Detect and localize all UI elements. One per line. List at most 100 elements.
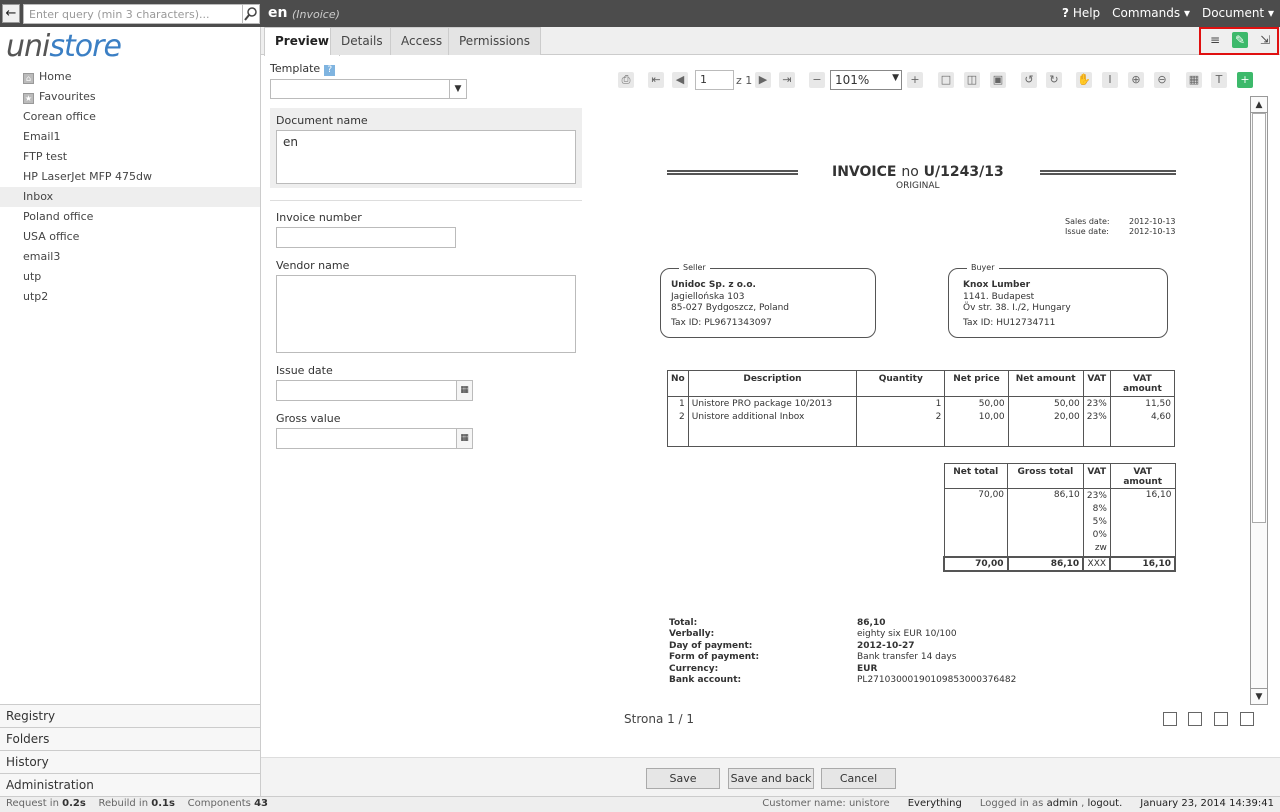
search-input[interactable]: Enter query (min 3 characters)... [23,4,243,24]
page-indicator: Strona 1 / 1 [624,712,695,726]
next-page-icon[interactable]: ▶ [755,72,771,88]
zoom-select[interactable]: 101% ▼ [830,70,902,90]
seller-box: Seller Unidoc Sp. z o.o. Jagiellońska 10… [660,263,876,338]
commands-label: Commands [1112,6,1181,20]
table-header: Gross total [1007,463,1084,489]
page-fit-icon[interactable]: ▣ [990,72,1006,88]
save-button[interactable]: Save [646,768,720,789]
fullscreen-icon[interactable]: ⇲ [1257,32,1273,48]
invoice-number-label: Invoice number [276,211,362,224]
sidebar-item-usa-office[interactable]: USA office [0,227,260,247]
summary-row: 70,00 86,10 23% 8% 5% 0% zw 16,10 [943,488,1176,558]
document-preview: INVOICE no U/1243/13 ORIGINAL Sales date… [609,95,1269,705]
summary-table: Net total Gross total VAT VAT amount 70,… [943,463,1176,572]
items-table: No Description Quantity Net price Net am… [667,370,1176,447]
page-number-input[interactable]: 1 [695,70,734,90]
vendor-name-field[interactable] [276,275,576,353]
sidebar-item-email3[interactable]: email3 [0,247,260,267]
last-page-icon[interactable]: ⇥ [779,72,795,88]
single-page-icon[interactable] [1163,712,1177,726]
logout-link[interactable]: logout. [1087,798,1122,809]
commands-menu[interactable]: Commands ▾ [1112,6,1190,20]
print-icon[interactable]: ⎙ [618,72,634,88]
search-icon[interactable] [242,4,260,24]
section-history[interactable]: History [0,750,260,773]
vendor-name-label: Vendor name [276,259,350,272]
magnify-out-icon[interactable]: ⊖ [1154,72,1170,88]
issue-date-field[interactable]: ▦ [276,380,473,401]
first-page-icon[interactable]: ⇤ [648,72,664,88]
template-select[interactable]: ▼ [270,79,467,99]
document-scrollbar[interactable]: ▲ ▼ [1250,96,1268,705]
help-label: Help [1072,6,1101,20]
add-icon[interactable]: + [1237,72,1253,88]
sidebar-item-inbox[interactable]: Inbox [0,187,260,207]
unistore-logo[interactable]: unistore [6,29,122,64]
gross-value-label: Gross value [276,412,341,425]
pages-icon[interactable]: ◫ [964,72,980,88]
rotate-right-icon[interactable]: ↻ [1046,72,1062,88]
document-name-field[interactable]: en [276,130,576,184]
user-link[interactable]: admin [1047,798,1078,809]
pan-hand-icon[interactable]: ✋ [1076,72,1092,88]
magnify-in-icon[interactable]: ⊕ [1128,72,1144,88]
calendar-icon[interactable]: ▦ [456,381,472,400]
sidebar-item-email1[interactable]: Email1 [0,127,260,147]
zoom-out-icon[interactable]: − [809,72,825,88]
section-administration[interactable]: Administration [0,773,260,796]
sidebar-item-poland-office[interactable]: Poland office [0,207,260,227]
grid-icon[interactable]: ▦ [1186,72,1202,88]
tab-permissions[interactable]: Permissions [448,27,541,55]
buyer-tax-id: Tax ID: HU12734711 [963,318,1056,328]
seller-name: Unidoc Sp. z o.o. [671,280,756,290]
chevron-down-icon: ▼ [449,80,466,98]
scroll-thumb[interactable] [1252,113,1266,523]
issue-date-label-doc: Issue date: [1065,227,1109,236]
save-and-back-button[interactable]: Save and back [728,768,814,789]
edit-icon[interactable]: ✎ [1232,32,1248,48]
status-bar: Request in 0.2s Rebuild in 0.1s Componen… [0,796,1280,812]
gross-value-field[interactable]: ▦ [276,428,473,449]
page-icon[interactable]: □ [938,72,954,88]
facing-pages-icon[interactable] [1214,712,1228,726]
back-arrow-icon[interactable]: ← [2,4,20,23]
sidebar-item-ftp-test[interactable]: FTP test [0,147,260,167]
sidebar-item-corean-office[interactable]: Corean office [0,107,260,127]
tab-details[interactable]: Details [330,27,394,55]
document-menu[interactable]: Document ▾ [1202,6,1274,20]
issue-date-label: Issue date [276,364,333,377]
sidebar-item-utp2[interactable]: utp2 [0,287,260,307]
scroll-down-icon[interactable]: ▼ [1251,688,1267,704]
tab-access[interactable]: Access [390,27,454,55]
sidebar-item-utp[interactable]: utp [0,267,260,287]
prev-page-icon[interactable]: ◀ [672,72,688,88]
help-menu[interactable]: ? Help [1062,6,1100,20]
sidebar-item-hp-laserjet[interactable]: HP LaserJet MFP 475dw [0,167,260,187]
issue-date-value-doc: 2012-10-13 [1129,227,1176,236]
table-header: VAT [1082,463,1111,489]
text-tool-icon[interactable]: T [1211,72,1227,88]
footer-values: 86,10 eighty six EUR 10/100 2012-10-27 B… [857,618,1017,686]
cancel-button[interactable]: Cancel [821,768,896,789]
section-registry[interactable]: Registry [0,704,260,727]
page-count: z 1 [736,74,753,87]
zoom-in-icon[interactable]: + [907,72,923,88]
calendar-icon[interactable]: ▦ [456,429,472,448]
sidebar-item-favourites[interactable]: ★ Favourites [0,87,260,107]
two-page-icon[interactable] [1188,712,1202,726]
rotate-left-icon[interactable]: ↺ [1021,72,1037,88]
text-select-icon[interactable]: I [1102,72,1118,88]
summary-total-row: 70,00 86,10 XXX 16,10 [943,556,1176,572]
scroll-up-icon[interactable]: ▲ [1251,97,1267,113]
everything-filter[interactable]: Everything [908,798,962,809]
thumbnails-icon[interactable] [1240,712,1254,726]
list-icon[interactable]: ≡ [1207,32,1223,48]
seller-tax-id: Tax ID: PL9671343097 [671,318,772,328]
table-row: 1 Unistore PRO package 10/2013 1 50,00 5… [667,396,1176,411]
footer-labels: Total: Verbally: Day of payment: Form of… [669,618,760,686]
help-icon[interactable]: ? [324,65,336,76]
invoice-number-field[interactable] [276,227,456,248]
section-folders[interactable]: Folders [0,727,260,750]
sidebar-item-home[interactable]: ⌂ Home [0,67,260,87]
tab-preview[interactable]: Preview [264,27,341,56]
